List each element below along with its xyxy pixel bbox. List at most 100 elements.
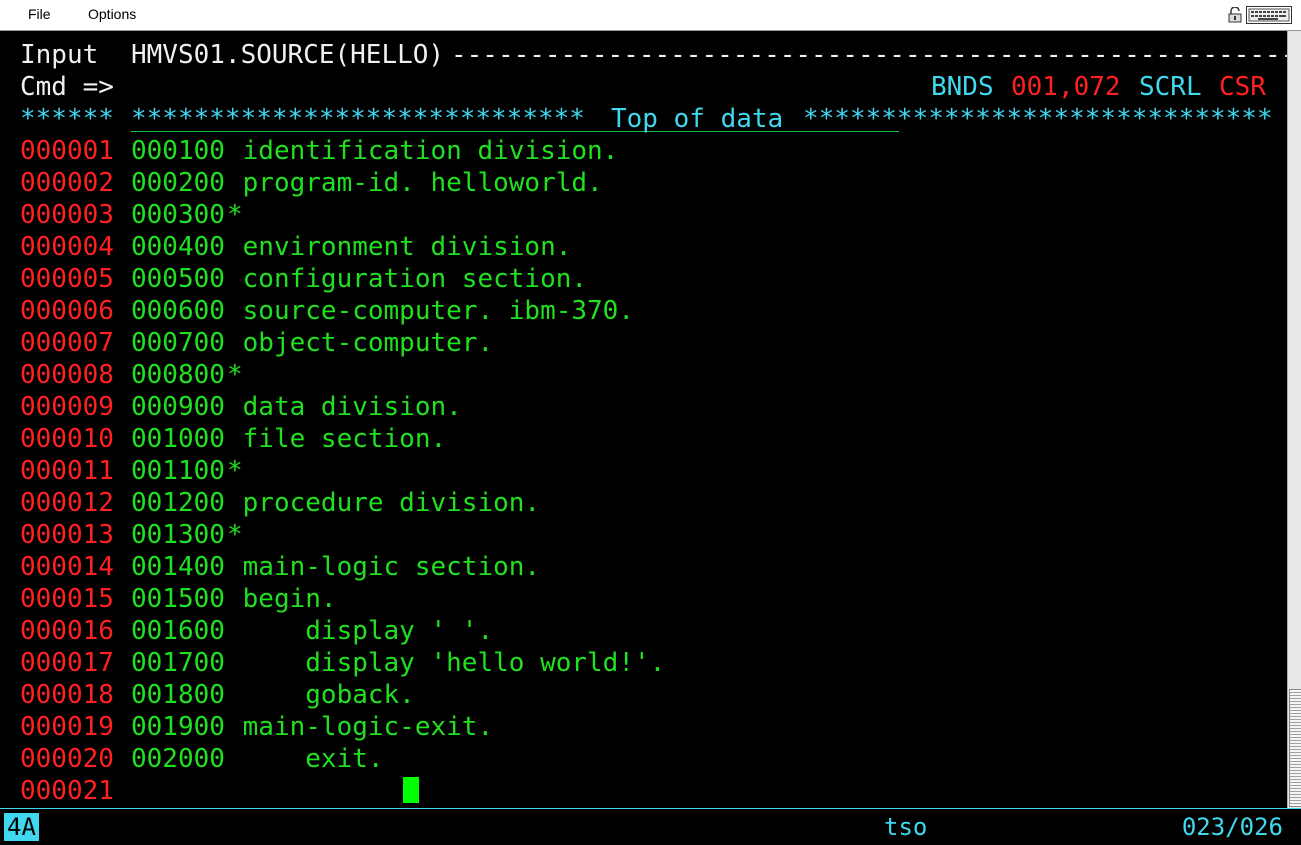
keyboard-icon[interactable]: [1246, 6, 1292, 24]
line-text[interactable]: *: [227, 199, 243, 231]
source-line[interactable]: 000002 000200 program-id. helloworld.: [20, 167, 603, 199]
source-line[interactable]: 000001 000100 identification division.: [20, 135, 618, 167]
line-number[interactable]: 000008: [20, 359, 114, 391]
line-text[interactable]: file section.: [227, 423, 447, 455]
text-cursor: [403, 777, 419, 803]
lock-icon[interactable]: [1228, 7, 1242, 23]
source-line[interactable]: 000009 000900 data division.: [20, 391, 462, 423]
line-number[interactable]: 000016: [20, 615, 114, 647]
source-line[interactable]: 000013 001300 *: [20, 519, 243, 551]
line-text[interactable]: exit.: [227, 743, 383, 775]
line-text[interactable]: configuration section.: [227, 263, 587, 295]
sequence-number[interactable]: 001800: [131, 679, 225, 711]
sequence-number[interactable]: 000200: [131, 167, 225, 199]
line-number[interactable]: 000012: [20, 487, 114, 519]
line-number[interactable]: 000009: [20, 391, 114, 423]
line-text[interactable]: object-computer.: [227, 327, 493, 359]
line-text[interactable]: *: [227, 519, 243, 551]
sequence-number[interactable]: 001400: [131, 551, 225, 583]
line-number[interactable]: 000018: [20, 679, 114, 711]
sequence-number[interactable]: 002000: [131, 743, 225, 775]
line-number[interactable]: 000001: [20, 135, 114, 167]
status-line: 4A tso 023/026: [0, 808, 1301, 845]
line-text[interactable]: program-id. helloworld.: [227, 167, 603, 199]
sequence-number[interactable]: 000600: [131, 295, 225, 327]
line-number[interactable]: 000015: [20, 583, 114, 615]
sequence-number[interactable]: 001000: [131, 423, 225, 455]
line-number[interactable]: 000011: [20, 455, 114, 487]
source-line[interactable]: 000017 001700 display 'hello world!'.: [20, 647, 665, 679]
source-line[interactable]: 000005 000500 configuration section.: [20, 263, 587, 295]
line-text[interactable]: identification division.: [227, 135, 619, 167]
session-name: tso: [884, 813, 928, 841]
source-line[interactable]: 000019 001900 main-logic-exit.: [20, 711, 493, 743]
top-of-data-line: ****** ***************************** Top…: [20, 103, 1273, 135]
line-number[interactable]: 000021: [20, 775, 114, 807]
source-line[interactable]: 000016 001600 display ' '.: [20, 615, 493, 647]
line-text[interactable]: main-logic section.: [227, 551, 540, 583]
line-text[interactable]: source-computer. ibm-370.: [227, 295, 634, 327]
line-number[interactable]: 000005: [20, 263, 114, 295]
source-line[interactable]: 000014 001400 main-logic section.: [20, 551, 540, 583]
sequence-number[interactable]: 001500: [131, 583, 225, 615]
cmd-label: Cmd =>: [20, 72, 114, 102]
line-number[interactable]: 000002: [20, 167, 114, 199]
source-line[interactable]: 000010 001000 file section.: [20, 423, 446, 455]
scrl-value[interactable]: CSR: [1219, 71, 1266, 103]
line-text[interactable]: environment division.: [227, 231, 572, 263]
line-text[interactable]: begin.: [227, 583, 337, 615]
source-line[interactable]: 000020 002000 exit.: [20, 743, 384, 775]
vertical-scrollbar[interactable]: [1287, 31, 1301, 808]
sequence-number[interactable]: 000900: [131, 391, 225, 423]
sequence-number[interactable]: 000100: [131, 135, 225, 167]
sequence-number[interactable]: 000500: [131, 263, 225, 295]
line-number[interactable]: 000019: [20, 711, 114, 743]
line-number[interactable]: 000003: [20, 199, 114, 231]
source-line[interactable]: 000012 001200 procedure division.: [20, 487, 540, 519]
sequence-number[interactable]: 001900: [131, 711, 225, 743]
line-text[interactable]: *: [227, 455, 243, 487]
source-line[interactable]: 000004 000400 environment division.: [20, 231, 571, 263]
sequence-number[interactable]: 000400: [131, 231, 225, 263]
source-line[interactable]: 000007 000700 object-computer.: [20, 327, 493, 359]
sequence-number[interactable]: 001200: [131, 487, 225, 519]
line-text[interactable]: main-logic-exit.: [227, 711, 493, 743]
menu-file[interactable]: File: [28, 6, 51, 22]
terminal-screen[interactable]: Input HMVS01.SOURCE(HELLO) -------------…: [0, 31, 1287, 808]
source-line[interactable]: 000015 001500 begin.: [20, 583, 337, 615]
source-line[interactable]: 000018 001800 goback.: [20, 679, 415, 711]
line-number[interactable]: 000004: [20, 231, 114, 263]
edit-mode-label: Input: [20, 40, 99, 70]
line-number[interactable]: 000014: [20, 551, 114, 583]
sequence-number[interactable]: 001600: [131, 615, 225, 647]
line-text[interactable]: data division.: [227, 391, 462, 423]
menu-options[interactable]: Options: [88, 6, 136, 22]
line-text[interactable]: goback.: [227, 679, 415, 711]
sequence-number[interactable]: 001100: [131, 455, 225, 487]
line-number[interactable]: 000010: [20, 423, 114, 455]
line-text[interactable]: procedure division.: [227, 487, 540, 519]
bnds-value: 001,072: [1011, 72, 1121, 102]
scrollbar-thumb[interactable]: [1289, 689, 1301, 807]
line-number[interactable]: 000006: [20, 295, 114, 327]
source-line[interactable]: 000003 000300 *: [20, 199, 243, 231]
line-text[interactable]: display ' '.: [227, 615, 493, 647]
line-number[interactable]: 000020: [20, 743, 114, 775]
top-of-data-prefix: ******: [20, 104, 114, 134]
oia-indicator: 4A: [4, 813, 39, 841]
top-of-data-stars-left: *****************************: [131, 104, 585, 134]
sequence-number[interactable]: 000300: [131, 199, 225, 231]
source-line[interactable]: 000021: [20, 775, 114, 807]
line-number[interactable]: 000007: [20, 327, 114, 359]
source-line[interactable]: 000008 000800 *: [20, 359, 243, 391]
sequence-number[interactable]: 001700: [131, 647, 225, 679]
source-line[interactable]: 000006 000600 source-computer. ibm-370.: [20, 295, 634, 327]
line-text[interactable]: display 'hello world!'.: [227, 647, 665, 679]
line-number[interactable]: 000013: [20, 519, 114, 551]
sequence-number[interactable]: 001300: [131, 519, 225, 551]
line-text[interactable]: *: [227, 359, 243, 391]
source-line[interactable]: 000011 001100 *: [20, 455, 243, 487]
line-number[interactable]: 000017: [20, 647, 114, 679]
sequence-number[interactable]: 000700: [131, 327, 225, 359]
sequence-number[interactable]: 000800: [131, 359, 225, 391]
